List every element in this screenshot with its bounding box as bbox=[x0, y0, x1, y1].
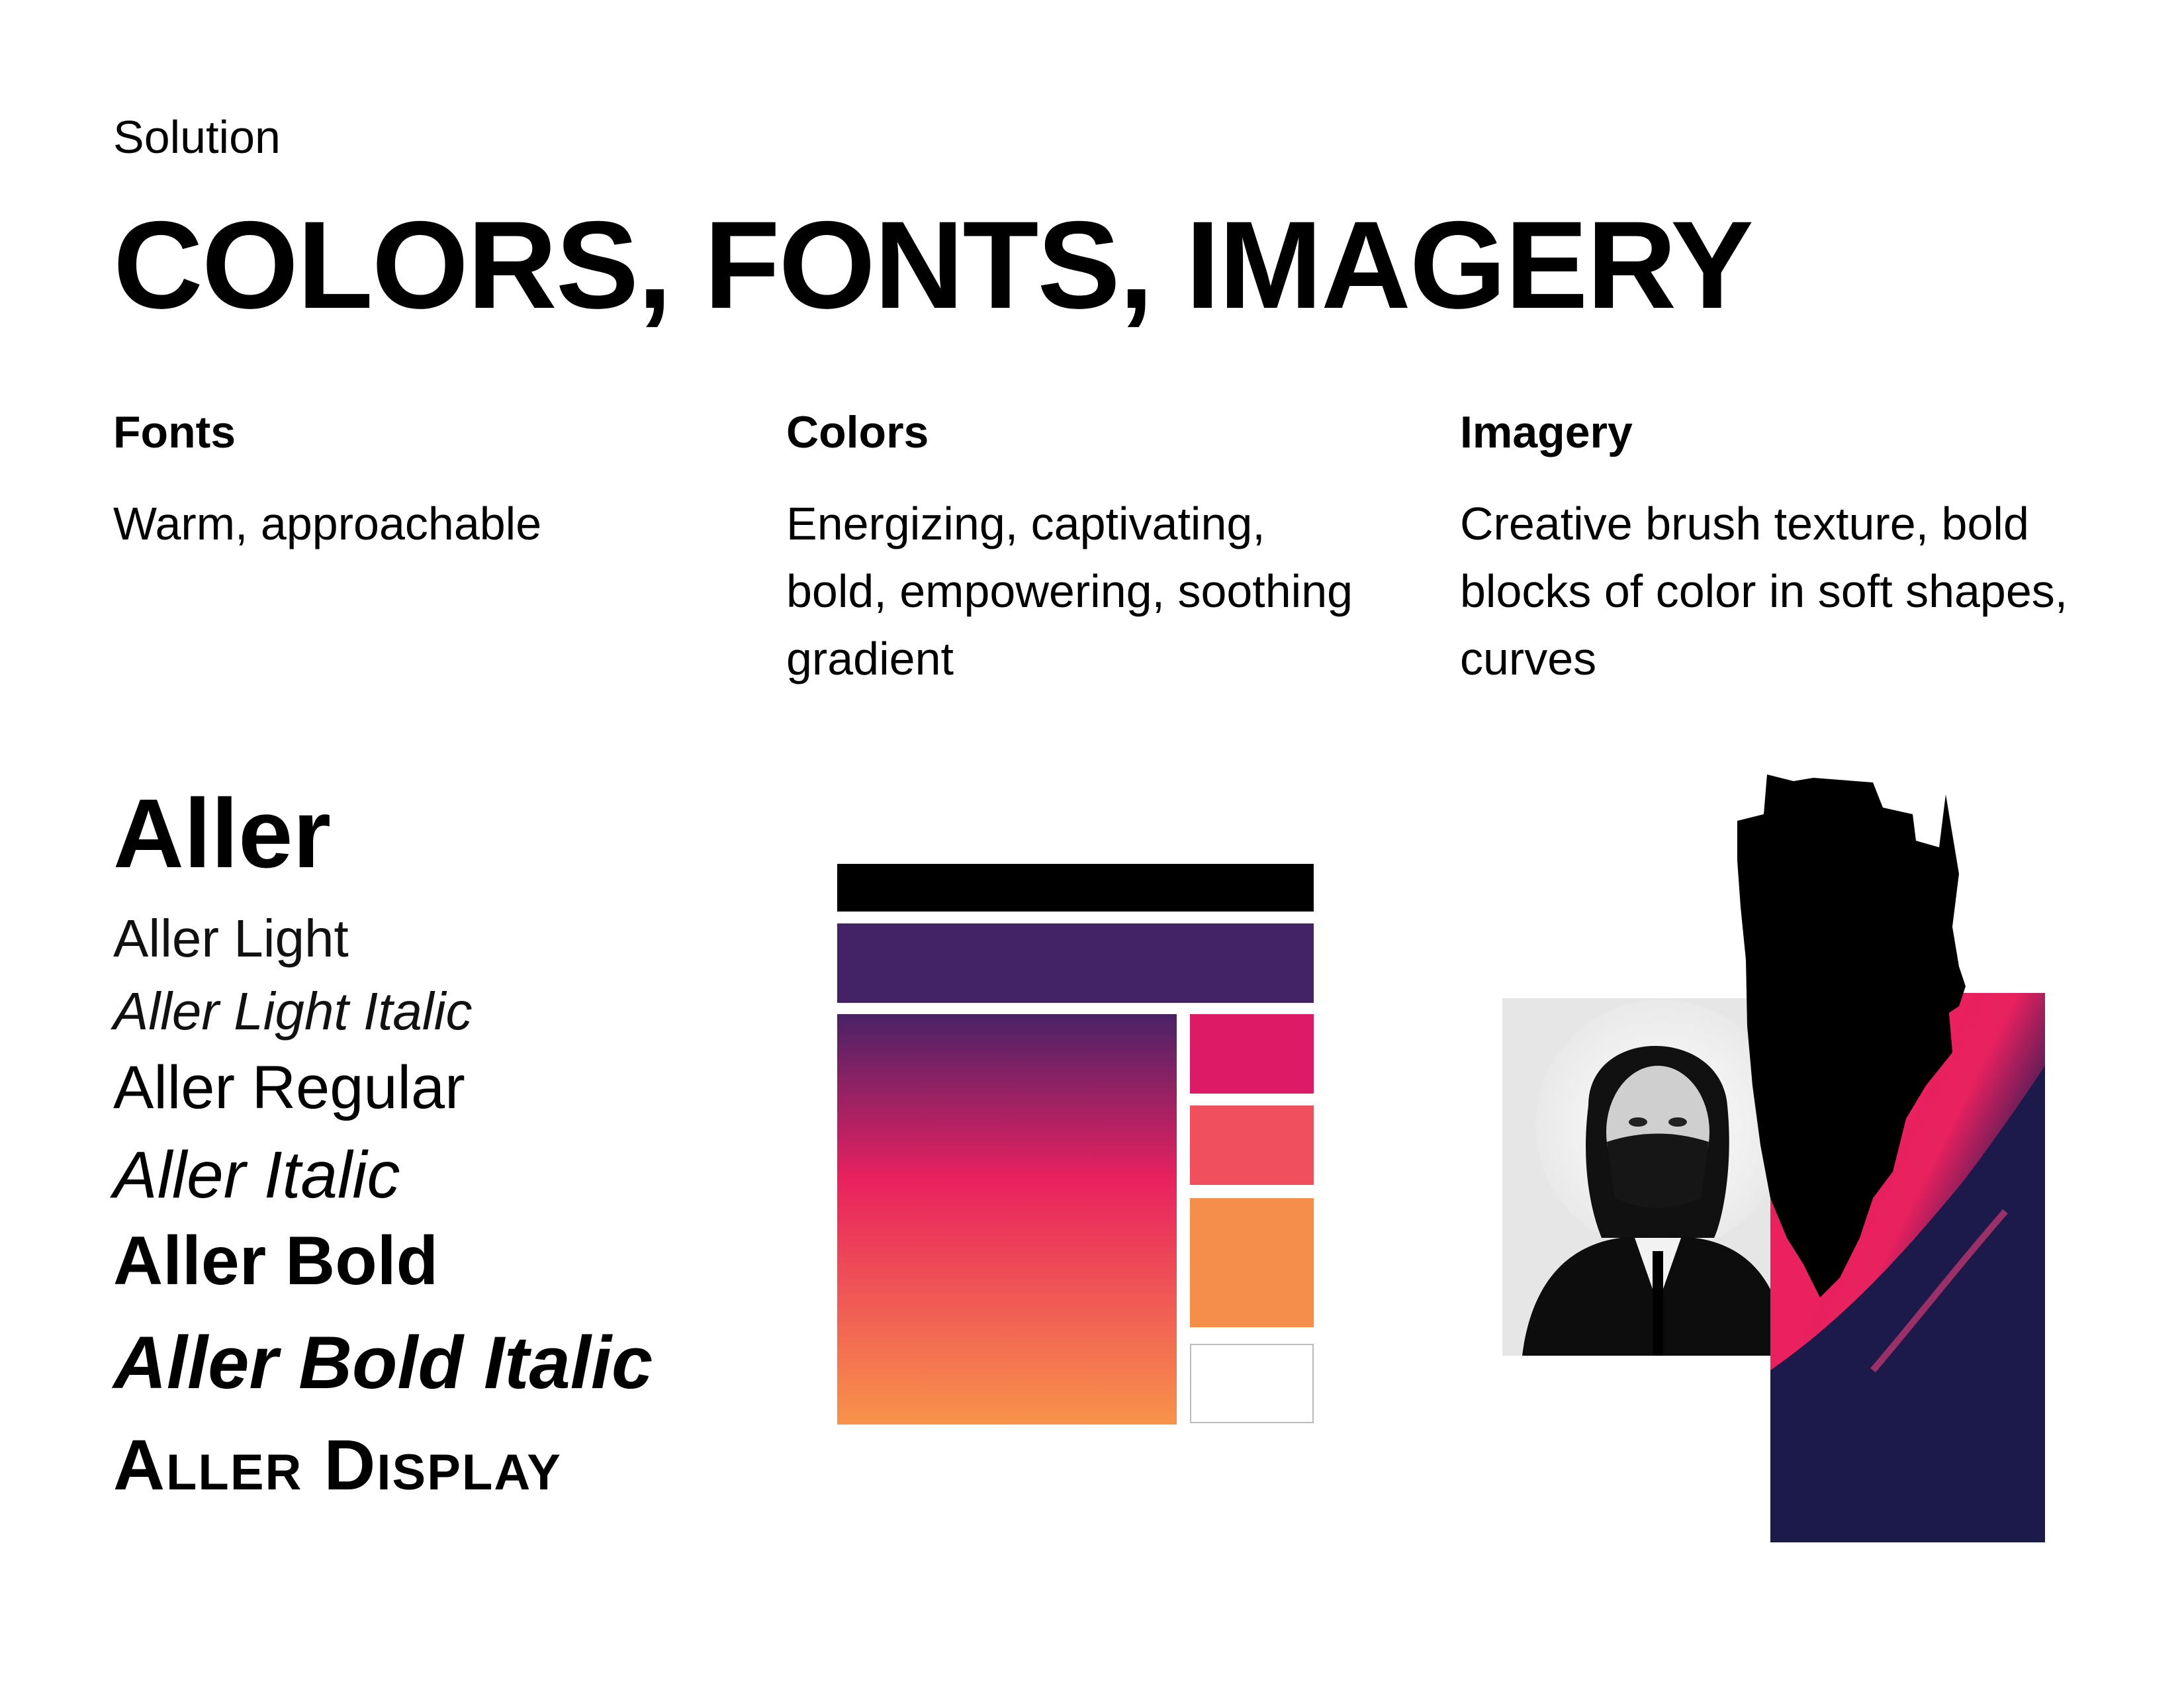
imagery-collage bbox=[1502, 774, 2045, 1542]
swatch-purple bbox=[837, 923, 1314, 1003]
font-sample-display: Aller Display bbox=[113, 1425, 562, 1505]
font-sample-light-italic: Aller Light Italic bbox=[113, 982, 473, 1041]
colors-description: Energizing, captivating, bold, empowerin… bbox=[786, 498, 1353, 684]
divider-right bbox=[1409, 424, 1413, 1569]
page-title: COLORS, FONTS, IMAGERY bbox=[113, 195, 1754, 334]
fonts-description: Warm, approachable bbox=[113, 498, 542, 549]
font-sample-bold-italic: Aller Bold Italic bbox=[113, 1321, 653, 1404]
colors-heading: Colors bbox=[786, 407, 929, 457]
imagery-description: Creative brush texture, bold blocks of c… bbox=[1460, 498, 2068, 684]
swatch-gradient bbox=[837, 1014, 1177, 1425]
font-sample-aller: Aller bbox=[113, 779, 332, 888]
swatch-orange bbox=[1190, 1198, 1314, 1327]
swatch-coral bbox=[1190, 1105, 1314, 1185]
divider-left bbox=[735, 424, 739, 1569]
portrait-photo bbox=[1502, 998, 1787, 1356]
font-sample-regular: Aller Regular bbox=[113, 1054, 465, 1121]
font-sample-bold: Aller Bold bbox=[113, 1223, 439, 1299]
font-sample-light: Aller Light bbox=[113, 909, 349, 968]
font-sample-italic: Aller Italic bbox=[113, 1138, 400, 1212]
swatch-magenta bbox=[1190, 1014, 1314, 1094]
swatch-white bbox=[1190, 1344, 1314, 1423]
swatch-black bbox=[837, 864, 1314, 912]
eyebrow-label: Solution bbox=[113, 111, 281, 163]
imagery-heading: Imagery bbox=[1460, 407, 1633, 457]
fonts-heading: Fonts bbox=[113, 407, 236, 457]
